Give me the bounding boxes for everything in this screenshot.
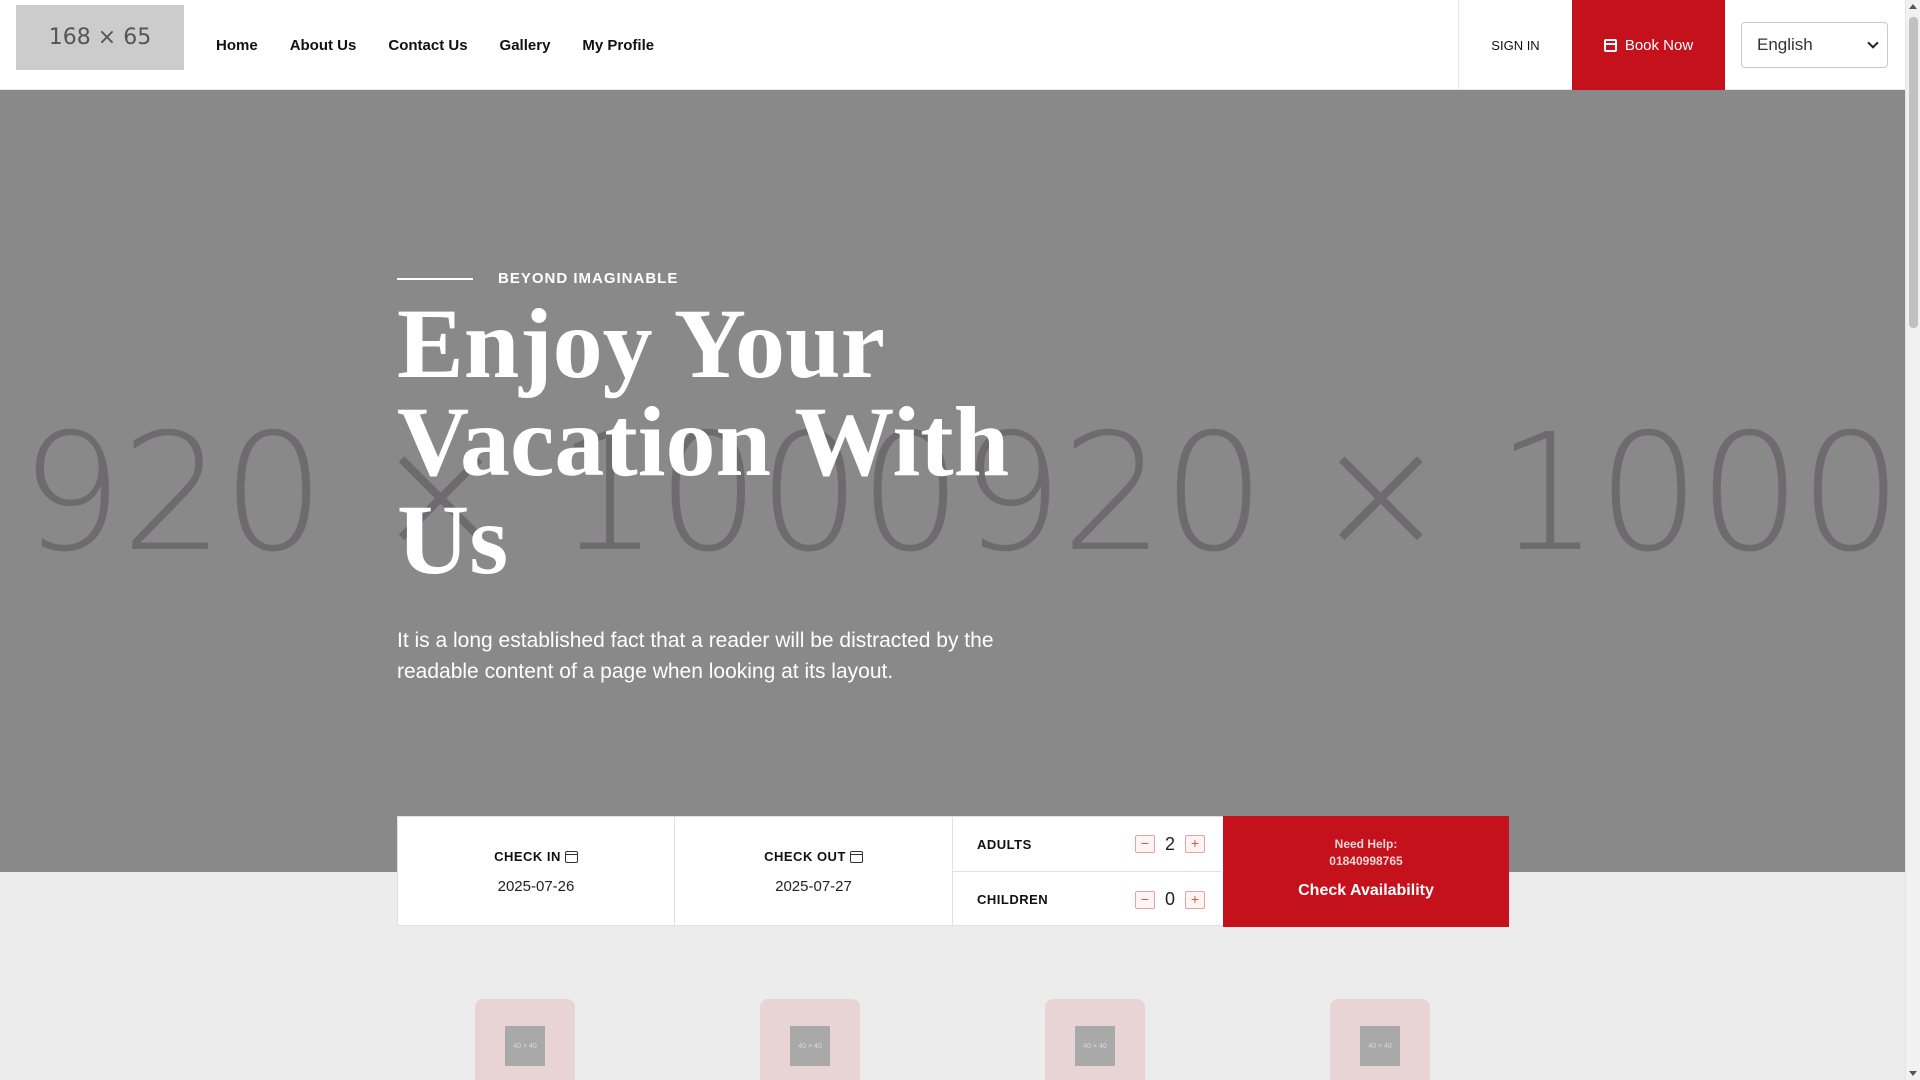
hero-section: 920 × 1000920 × 1000920 × 1000 BEYOND IM… [0,90,1905,872]
check-in-label: CHECK IN [494,849,561,864]
calendar-icon [564,850,578,863]
children-count[interactable]: 0 [1155,889,1185,910]
language-select[interactable]: English [1741,22,1888,68]
guests-selector: ADULTS − 2 + CHILDREN − 0 + [953,817,1221,927]
help-label: Need Help: [1334,837,1398,851]
main-nav: Home About Us Contact Us Gallery My Prof… [200,0,670,90]
nav-gallery[interactable]: Gallery [500,37,551,54]
scroll-down-icon[interactable] [1909,1071,1917,1076]
nav-contact-us[interactable]: Contact Us [388,37,467,54]
children-label: CHILDREN [977,892,1049,907]
feature-card: 40 × 40 [475,999,575,1080]
nav-home[interactable]: Home [216,37,258,54]
check-in-field[interactable]: CHECK IN 2025-07-26 [398,817,675,927]
feature-card: 40 × 40 [760,999,860,1080]
tagline-divider [397,278,473,280]
hero-tagline: BEYOND IMAGINABLE [498,270,679,287]
help-phone[interactable]: 01840998765 [1223,853,1509,870]
adults-decrement-button[interactable]: − [1135,835,1155,853]
adults-label: ADULTS [977,836,1032,852]
check-out-field[interactable]: CHECK OUT 2025-07-27 [675,817,953,927]
sign-in-link[interactable]: SIGN IN [1458,0,1572,90]
check-out-label: CHECK OUT [764,849,846,864]
check-availability-panel[interactable]: Need Help: 01840998765 Check Availabilit… [1223,816,1509,927]
children-increment-button[interactable]: + [1185,890,1205,909]
nav-my-profile[interactable]: My Profile [582,37,654,54]
adults-count[interactable]: 2 [1155,834,1185,855]
hero-title: Enjoy Your Vacation With Us [397,288,1010,595]
calendar-icon [849,850,863,863]
nav-about-us[interactable]: About Us [290,37,357,54]
language-value: English [1757,35,1813,54]
page-scrollbar[interactable] [1905,0,1920,1080]
book-now-label: Book Now [1624,36,1694,54]
check-in-label-row: CHECK IN [494,849,578,864]
feature-icon: 40 × 40 [505,1026,545,1066]
feature-card: 40 × 40 [1045,999,1145,1080]
booking-bar: CHECK IN 2025-07-26 CHECK OUT 2025-07-27… [397,816,1509,927]
feature-icon: 40 × 40 [1075,1026,1115,1066]
site-header: 168 × 65 Home About Us Contact Us Galler… [0,0,1905,90]
help-info: Need Help: 01840998765 [1223,836,1509,870]
check-availability-button[interactable]: Check Availability [1223,882,1509,900]
children-row: CHILDREN − 0 + [953,872,1221,927]
feature-card: 40 × 40 [1330,999,1430,1080]
book-now-button[interactable]: Book Now [1572,0,1725,90]
check-in-value: 2025-07-26 [497,878,575,895]
feature-icon: 40 × 40 [1360,1026,1400,1066]
chevron-down-icon [1867,37,1879,49]
calendar-icon [1603,38,1617,52]
scrollbar-thumb[interactable] [1909,17,1918,328]
check-out-label-row: CHECK OUT [764,849,863,864]
scroll-up-icon[interactable] [1909,4,1917,9]
adults-row: ADULTS − 2 + [953,817,1221,872]
feature-icon: 40 × 40 [790,1026,830,1066]
children-decrement-button[interactable]: − [1135,890,1155,909]
hero-description: It is a long established fact that a rea… [397,629,994,683]
site-logo[interactable]: 168 × 65 [16,5,184,70]
adults-increment-button[interactable]: + [1185,835,1205,853]
check-out-value: 2025-07-27 [775,878,852,895]
